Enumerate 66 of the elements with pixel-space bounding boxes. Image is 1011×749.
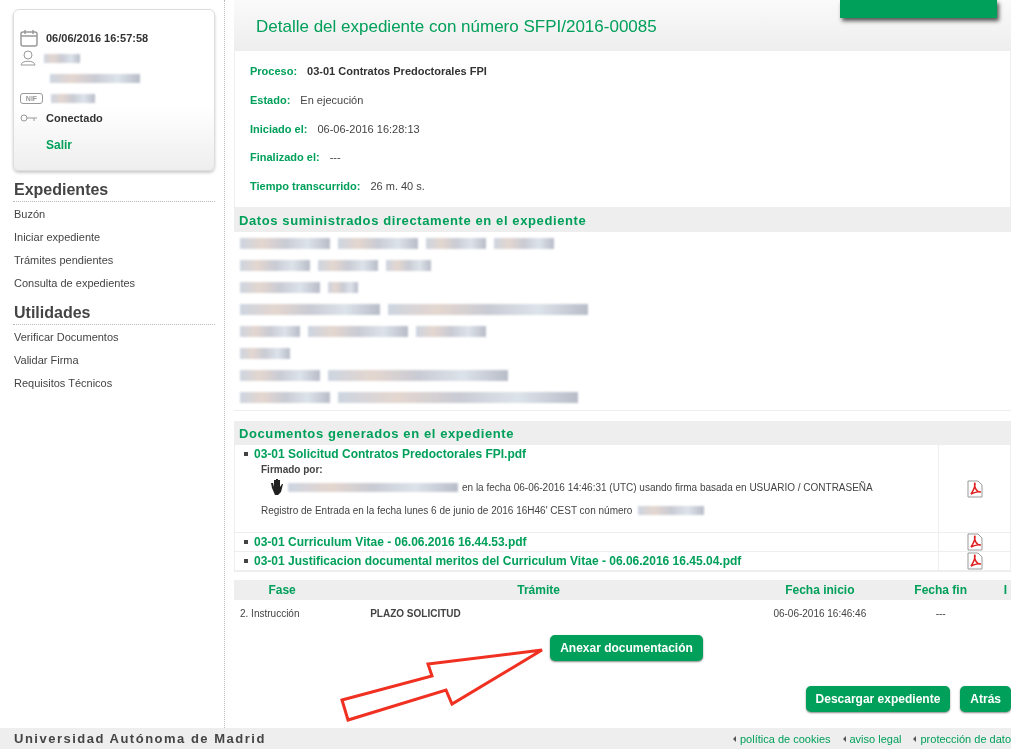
field-value: 03-01 Contratos Predoctorales FPI xyxy=(307,65,487,77)
attach-button[interactable]: Anexar documentación xyxy=(550,635,703,661)
action-button[interactable]: Atrás xyxy=(960,686,1011,712)
field-label: Proceso: xyxy=(250,65,298,77)
table-cell: 2. Instrucción xyxy=(234,600,331,627)
redacted-text xyxy=(386,260,431,271)
hand-icon xyxy=(270,479,284,495)
key-icon xyxy=(20,114,38,122)
action-button[interactable]: Descargar expediente xyxy=(805,686,951,712)
field-label: Estado: xyxy=(250,93,291,106)
field-value: 06-06-2016 16:28:13 xyxy=(317,122,420,135)
menu-link[interactable]: Trámites pendientes xyxy=(13,248,215,271)
redacted-text xyxy=(240,348,290,359)
document-link[interactable]: 03-01 Justificacion documental meritos del Curriculum Vitae - 06.06.2016 16.45.04.pdf xyxy=(244,554,929,568)
menu-heading: Expedientes xyxy=(13,181,215,202)
field-label: Iniciado el: xyxy=(250,122,308,135)
redacted-text xyxy=(240,326,300,337)
column-header: I xyxy=(988,580,1011,600)
table-cell: --- xyxy=(892,600,989,627)
menu-link[interactable]: Iniciar expediente xyxy=(13,225,215,248)
field-value: --- xyxy=(329,151,341,164)
connection-status: Conectado xyxy=(46,112,103,124)
menu-heading: Utilidades xyxy=(13,304,215,325)
menu-link[interactable]: Buzón xyxy=(13,202,215,225)
column-header: Fecha inicio xyxy=(747,580,893,600)
redacted-text xyxy=(240,260,310,271)
section-header: Datos suministrados directamente en el expediente xyxy=(234,208,1011,232)
page-title: Detalle del expediente con número SFPI/2016-00085 xyxy=(256,17,657,37)
user-icon xyxy=(20,50,36,66)
document-link[interactable]: 03-01 Solicitud Contratos Predoctorales FPI.pdf xyxy=(244,447,929,461)
redacted-text xyxy=(328,282,358,293)
session-datetime: 06/06/2016 16:57:58 xyxy=(46,32,149,44)
field-value: 26 m. 40 s. xyxy=(370,180,425,193)
menu-link[interactable]: Consulta de expedientes xyxy=(13,271,215,294)
column-header: Trámite xyxy=(330,580,748,600)
menu-link[interactable]: Requisitos Técnicos xyxy=(13,371,215,394)
column-header: Fecha fin xyxy=(892,580,989,600)
footer-link[interactable]: política de cookies xyxy=(733,732,831,745)
column-header: Fase xyxy=(234,580,331,600)
menu-link[interactable]: Verificar Documentos xyxy=(13,325,215,348)
field-label: Tiempo transcurrido: xyxy=(250,180,361,193)
redacted-text xyxy=(426,238,486,249)
registry-text: Registro de Entrada en la fecha lunes 6 de junio de 2016 16H46' CEST con número xyxy=(261,505,633,516)
pdf-icon[interactable] xyxy=(966,479,983,498)
section-header: Documentos generados en el expediente xyxy=(234,421,1011,445)
redacted-text xyxy=(494,238,554,249)
redacted-text xyxy=(638,506,705,515)
pdf-icon[interactable] xyxy=(966,552,983,570)
redacted-text xyxy=(416,326,486,337)
redacted-text xyxy=(318,260,378,271)
calendar-icon xyxy=(20,29,38,47)
redacted-text xyxy=(51,93,95,103)
redacted-text xyxy=(44,53,80,63)
menu-link[interactable]: Validar Firma xyxy=(13,348,215,371)
footer-link[interactable]: aviso legal xyxy=(842,732,902,745)
logout-link[interactable]: Salir xyxy=(46,138,72,152)
footer-link[interactable]: protección de dato xyxy=(913,732,1011,745)
table-cell: 06-06-2016 16:46:46 xyxy=(747,600,893,627)
pdf-icon[interactable] xyxy=(966,533,983,551)
field-label: Finalizado el: xyxy=(250,151,320,164)
table-cell: PLAZO SOLICITUD xyxy=(330,600,748,627)
institution-name: Universidad Autónoma de Madrid xyxy=(14,731,267,746)
document-link[interactable]: 03-01 Curriculum Vitae - 06.06.2016 16.44.53.pdf xyxy=(244,535,929,549)
field-value: En ejecución xyxy=(300,93,364,106)
signature-text: en la fecha 06-06-2016 14:46:31 (UTC) usando firma basada en USUARIO / CONTRASEÑA xyxy=(462,481,873,493)
signed-label: Firmado por: xyxy=(261,464,324,475)
